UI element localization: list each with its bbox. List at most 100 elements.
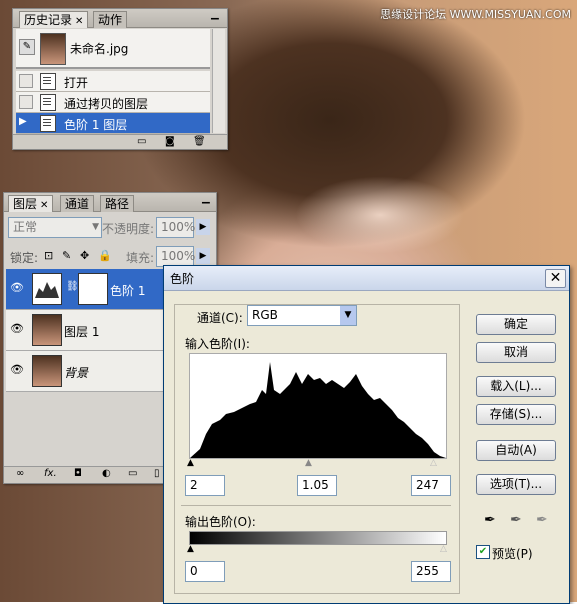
minimize-icon[interactable]: ▁ <box>211 9 219 20</box>
black-output-slider-icon[interactable]: ▲ <box>187 544 194 554</box>
ok-button-label: 确定 <box>503 317 528 331</box>
chevron-down-icon[interactable]: ▼ <box>92 218 99 237</box>
lock-pixels-icon[interactable]: ✎ <box>62 249 71 262</box>
levels-group: 通道(C): RGB ▼ 输入色阶(I): ▲ ▲ △ 2 1.05 247 输… <box>174 304 460 594</box>
history-panel: 历史记录 ✕ 动作 ▁ ✎ 未命名.jpg 打开 通过拷贝的图层 ▶ 色阶 1 图… <box>12 8 228 150</box>
output-white-field[interactable]: 255 <box>411 561 451 582</box>
close-icon[interactable]: ✕ <box>40 200 48 211</box>
layer-row-background[interactable]: 👁 背景 <box>6 351 164 392</box>
opacity-value: 100% <box>161 220 196 234</box>
ok-button[interactable]: 确定 <box>476 314 556 335</box>
tab-paths[interactable]: 路径 <box>100 195 135 212</box>
cancel-button-label: 取消 <box>503 345 528 359</box>
fx-icon[interactable]: fx. <box>44 468 57 479</box>
history-scrollbar[interactable] <box>212 29 225 133</box>
save-button-label: 存储(S)... <box>489 407 543 421</box>
tab-channels[interactable]: 通道 <box>60 195 95 212</box>
layer-row-levels[interactable]: 👁 ⛓ 色阶 1 <box>6 269 164 310</box>
tab-layers-label: 图层 <box>13 197 38 211</box>
camera-icon[interactable]: ◙ <box>165 136 175 147</box>
tab-actions[interactable]: 动作 <box>93 11 128 28</box>
output-black-value: 0 <box>190 564 198 578</box>
load-button[interactable]: 载入(L)... <box>476 376 556 397</box>
close-icon[interactable]: ✕ <box>75 16 83 27</box>
save-button[interactable]: 存储(S)... <box>476 404 556 425</box>
trash-icon[interactable]: 🗑 <box>193 136 206 147</box>
add-mask-icon[interactable]: ◘ <box>74 468 82 479</box>
input-white-field[interactable]: 247 <box>411 475 451 496</box>
auto-button[interactable]: 自动(A) <box>476 440 556 461</box>
channel-label: 通道(C): <box>197 311 243 325</box>
white-eyedropper-icon[interactable]: ✒ <box>536 512 548 528</box>
layer-name: 图层 1 <box>64 325 100 339</box>
history-item[interactable]: 打开 <box>16 71 210 92</box>
brush-icon[interactable]: ✎ <box>19 39 35 55</box>
auto-button-label: 自动(A) <box>495 443 537 457</box>
lock-transparency-icon[interactable]: ⊡ <box>44 249 53 262</box>
link-layers-icon[interactable]: ∞ <box>16 468 24 479</box>
group-folder-icon[interactable]: ▭ <box>128 468 137 479</box>
new-document-icon[interactable]: ▭ <box>137 136 146 147</box>
chevron-down-icon[interactable]: ▼ <box>340 306 356 325</box>
history-source[interactable]: ✎ 未命名.jpg <box>16 29 210 69</box>
tab-actions-label: 动作 <box>98 13 123 27</box>
layers-tabbar: 图层 ✕ 通道 路径 ▁ <box>4 193 216 212</box>
layer-mask-thumbnail[interactable] <box>78 273 108 305</box>
document-icon <box>40 73 56 90</box>
channel-select[interactable]: RGB ▼ <box>247 305 357 326</box>
cancel-button[interactable]: 取消 <box>476 342 556 363</box>
history-item-label: 色阶 1 图层 <box>64 118 128 132</box>
source-name: 未命名.jpg <box>70 42 129 56</box>
layer-name: 色阶 1 <box>110 284 146 298</box>
close-icon[interactable]: ✕ <box>545 269 566 288</box>
black-input-slider-icon[interactable]: ▲ <box>187 458 194 468</box>
opacity-label: 不透明度: <box>102 222 155 236</box>
layer-thumbnail <box>32 355 62 387</box>
options-button-label: 选项(T)... <box>489 477 543 491</box>
lock-all-icon[interactable]: 🔒 <box>98 249 112 262</box>
history-item-selected[interactable]: ▶ 色阶 1 图层 <box>16 113 210 134</box>
preview-checkbox[interactable]: ✔ <box>476 545 490 559</box>
input-black-field[interactable]: 2 <box>185 475 225 496</box>
separator <box>181 505 451 506</box>
white-output-slider-icon[interactable]: △ <box>440 544 447 554</box>
fill-arrow-icon[interactable]: ▶ <box>196 248 210 264</box>
input-gamma-field[interactable]: 1.05 <box>297 475 337 496</box>
black-eyedropper-icon[interactable]: ✒ <box>484 512 496 528</box>
new-layer-icon[interactable]: ▯ <box>154 468 160 479</box>
gray-eyedropper-icon[interactable]: ✒ <box>510 512 522 528</box>
blend-mode-select[interactable]: 正常 ▼ <box>8 217 102 238</box>
input-levels-label: 输入色阶(I): <box>185 337 250 351</box>
watermark: 思缘设计论坛 WWW.MISSYUAN.COM <box>380 8 571 21</box>
link-icon[interactable]: ⛓ <box>66 281 79 292</box>
fill-field[interactable]: 100% <box>156 246 195 267</box>
tab-channels-label: 通道 <box>65 197 90 211</box>
snapshot-checkbox[interactable] <box>19 95 33 109</box>
options-button[interactable]: 选项(T)... <box>476 474 556 495</box>
input-black-value: 2 <box>190 478 198 492</box>
output-black-field[interactable]: 0 <box>185 561 225 582</box>
history-item[interactable]: 通过拷贝的图层 <box>16 92 210 113</box>
opacity-field[interactable]: 100% <box>156 217 196 238</box>
history-state-marker-icon[interactable]: ▶ <box>19 116 31 128</box>
tab-layers[interactable]: 图层 ✕ <box>8 195 54 212</box>
white-input-slider-icon[interactable]: △ <box>430 458 437 468</box>
source-thumbnail <box>40 33 66 65</box>
input-gamma-value: 1.05 <box>302 478 329 492</box>
history-item-label: 打开 <box>64 76 89 90</box>
minimize-icon[interactable]: ▁ <box>202 193 210 204</box>
visibility-eye-icon[interactable]: 👁 <box>10 322 24 336</box>
layer-row-layer1[interactable]: 👁 图层 1 <box>6 310 164 351</box>
tab-paths-label: 路径 <box>105 197 130 211</box>
gamma-input-slider-icon[interactable]: ▲ <box>305 458 312 468</box>
snapshot-checkbox[interactable] <box>19 74 33 88</box>
adjustment-layer-icon[interactable]: ◐ <box>102 468 111 479</box>
history-footer: ▭ ◙ 🗑 <box>13 134 227 149</box>
visibility-eye-icon[interactable]: 👁 <box>10 363 24 377</box>
tab-history[interactable]: 历史记录 ✕ <box>19 11 89 28</box>
lock-position-icon[interactable]: ✥ <box>80 249 89 262</box>
opacity-arrow-icon[interactable]: ▶ <box>196 219 210 235</box>
visibility-eye-icon[interactable]: 👁 <box>10 281 24 295</box>
tab-history-label: 历史记录 <box>24 13 73 27</box>
dialog-titlebar[interactable]: 色阶 ✕ <box>164 266 569 291</box>
